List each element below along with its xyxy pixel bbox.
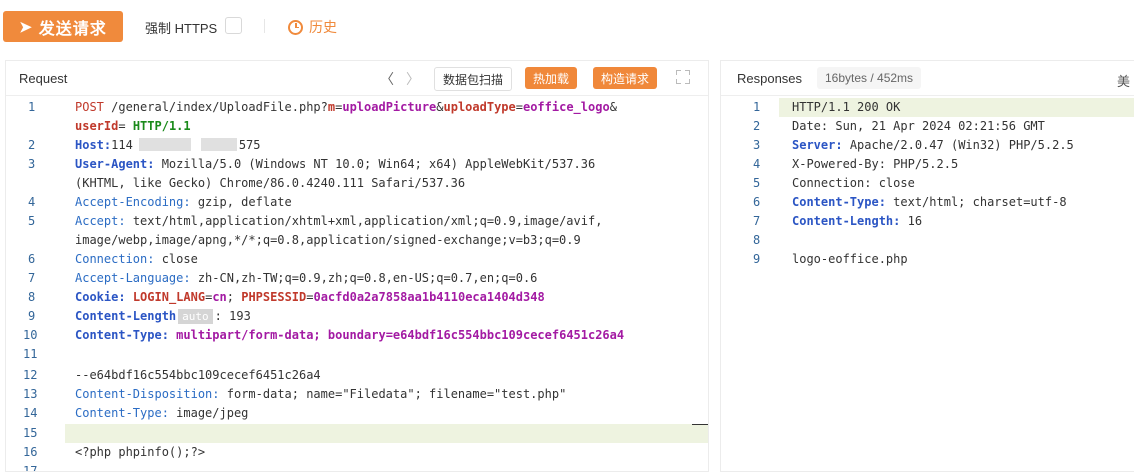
request-editor[interactable]: 1 2 3 4 5 6 7 8 9 10 11 12 13 14 15 16 1…: [6, 98, 708, 471]
code-line: Connection: close: [75, 252, 198, 266]
line-number: 11: [23, 347, 38, 361]
request-panel: Request 〈 〉 数据包扫描 热加载 构造请求 1 2 3 4 5 6 7…: [5, 60, 709, 472]
forward-arrow-icon[interactable]: 〉: [406, 69, 420, 89]
line-number: 8: [28, 290, 36, 304]
code-line: (KHTML, like Gecko) Chrome/86.0.4240.111…: [75, 176, 466, 190]
response-viewer[interactable]: 1 2 3 4 5 6 7 8 9 HTTP/1.1 200 OK Date: …: [721, 98, 1134, 468]
line-number: 10: [23, 328, 38, 342]
line-number: 17: [23, 464, 38, 472]
line-number: 1: [753, 100, 761, 114]
line-number: 6: [753, 195, 761, 209]
code-line: Accept: text/html,application/xhtml+xml,…: [75, 214, 603, 228]
line-number: 4: [28, 195, 36, 209]
line-number: 3: [28, 157, 36, 171]
line-number: 12: [23, 368, 38, 382]
code-line: Content-Length auto: 193: [75, 309, 251, 324]
code-line: Content-Type: image/jpeg: [75, 406, 249, 420]
line-marker: [692, 424, 708, 425]
line-number: 2: [753, 119, 761, 133]
line-number: 5: [753, 176, 761, 190]
code-line: Content-Type: text/html; charset=utf-8: [792, 195, 1067, 209]
send-icon: ➤: [19, 18, 33, 36]
expand-icon[interactable]: [676, 70, 690, 84]
code-line: Date: Sun, 21 Apr 2024 02:21:56 GMT: [792, 119, 1045, 133]
redacted-block: [200, 138, 237, 151]
code-line: Server: Apache/2.0.47 (Win32) PHP/5.2.5: [792, 138, 1074, 152]
line-number: 13: [23, 387, 38, 401]
code-line: POST /general/index/UploadFile.php?m=upl…: [75, 100, 617, 114]
send-request-label: 发送请求: [38, 20, 107, 38]
line-number: 3: [753, 138, 761, 152]
line-number: 6: [28, 252, 36, 266]
code-line: Connection: close: [792, 176, 915, 190]
code-line: User-Agent: Mozilla/5.0 (Windows NT 10.0…: [75, 157, 596, 171]
line-number: 16: [23, 445, 38, 459]
hot-load-button[interactable]: 热加载: [525, 67, 578, 89]
response-stats-badge: 16bytes / 452ms: [817, 67, 922, 89]
code-line: Accept-Encoding: gzip, deflate: [75, 195, 292, 209]
code-line: HTTP/1.1 200 OK: [792, 100, 901, 114]
code-line: image/webp,image/apng,*/*;q=0.8,applicat…: [75, 233, 581, 247]
line-number: 7: [753, 214, 761, 228]
toolbar-divider: [264, 19, 265, 33]
current-line-highlight: [65, 424, 708, 443]
toolbar: ➤ 发送请求 强制 HTTPS 历史: [0, 0, 1134, 52]
code-line: logo-eoffice.php: [792, 252, 908, 266]
send-request-button[interactable]: ➤ 发送请求: [3, 11, 123, 42]
force-https-label: 强制 HTTPS: [145, 21, 218, 36]
response-toolbar-label[interactable]: 美: [1117, 71, 1130, 90]
back-arrow-icon[interactable]: 〈: [380, 69, 394, 89]
history-button[interactable]: 历史: [288, 17, 337, 37]
code-line: Accept-Language: zh-CN,zh-TW;q=0.9,zh;q=…: [75, 271, 538, 285]
line-number: 1: [28, 100, 36, 114]
code-line: Cookie: LOGIN_LANG=cn; PHPSESSID=0acfd0a…: [75, 290, 545, 304]
code-line: userId= HTTP/1.1: [75, 119, 191, 133]
line-number: 15: [23, 426, 38, 440]
code-line: --e64bdf16c554bbc109cecef6451c26a4: [75, 368, 321, 382]
response-header: Responses 16bytes / 452ms 美: [721, 61, 1134, 96]
line-number: 9: [753, 252, 761, 266]
response-title: Responses: [737, 71, 803, 86]
clock-icon: [288, 19, 303, 35]
code-line: <?php phpinfo();?>: [75, 445, 206, 459]
response-panel: Responses 16bytes / 452ms 美 1 2 3 4 5 6 …: [720, 60, 1134, 472]
packet-scan-button[interactable]: 数据包扫描: [434, 67, 513, 91]
build-request-button[interactable]: 构造请求: [593, 67, 658, 89]
line-number: 2: [28, 138, 36, 152]
code-line: Content-Type: multipart/form-data; bound…: [75, 328, 625, 342]
line-number: 14: [23, 406, 38, 420]
code-line: Content-Length: 16: [792, 214, 923, 228]
code-line: Host:114 575: [75, 138, 261, 152]
line-number: 5: [28, 214, 36, 228]
line-number: 9: [28, 309, 36, 323]
redacted-block: [138, 138, 191, 151]
request-header: Request 〈 〉 数据包扫描 热加载 构造请求: [6, 61, 708, 96]
auto-badge: auto: [178, 309, 213, 324]
code-line: X-Powered-By: PHP/5.2.5: [792, 157, 959, 171]
force-https-checkbox[interactable]: [225, 17, 242, 34]
request-title: Request: [19, 71, 68, 86]
line-number: 7: [28, 271, 36, 285]
line-number: 8: [753, 233, 761, 247]
history-label: 历史: [309, 19, 337, 35]
code-line: Content-Disposition: form-data; name="Fi…: [75, 387, 567, 401]
line-number: 4: [753, 157, 761, 171]
